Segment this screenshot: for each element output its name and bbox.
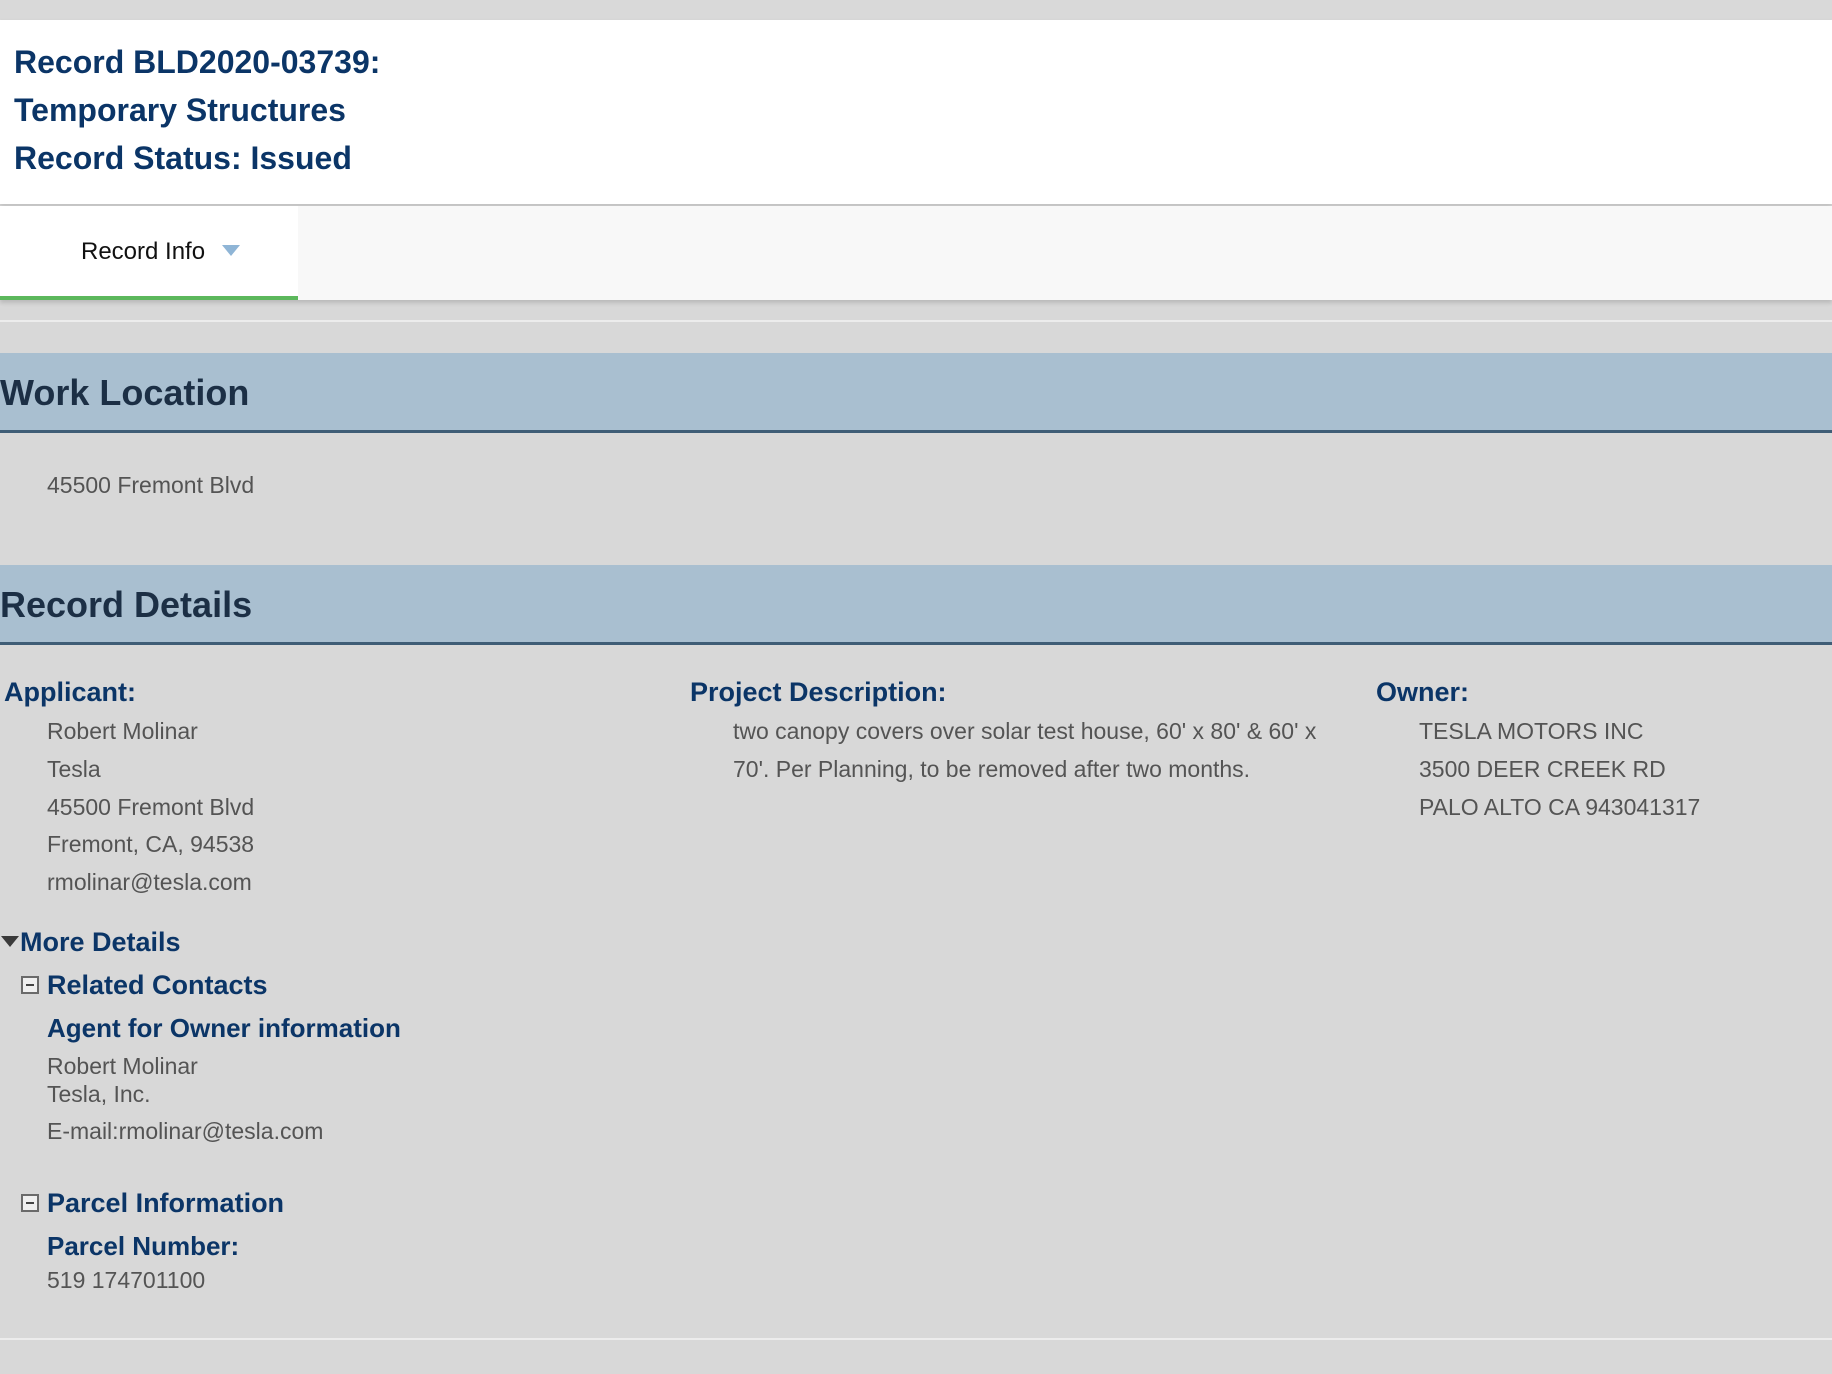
record-id: Record BLD2020-03739: <box>14 44 381 80</box>
more-details-link[interactable]: More Details <box>20 926 181 958</box>
applicant-label: Applicant: <box>4 677 136 707</box>
work-location-title: Work Location <box>0 372 250 413</box>
record-status: Record Status: Issued <box>14 140 352 176</box>
record-details-header: Record Details <box>0 565 1832 645</box>
applicant-city: Fremont, CA, 94538 <box>47 831 255 857</box>
applicant-address: 45500 Fremont Blvd <box>47 794 255 820</box>
owner-address: 3500 DEER CREEK RD <box>1419 756 1666 782</box>
triangle-down-icon[interactable] <box>1 936 19 947</box>
bottom-divider <box>0 1338 1832 1340</box>
work-location-address: 45500 Fremont Blvd <box>47 472 255 498</box>
record-header: Record BLD2020-03739: Temporary Structur… <box>0 20 1832 204</box>
collapse-parcel-information-icon[interactable] <box>21 1194 39 1212</box>
applicant-email: rmolinar@tesla.com <box>47 869 252 895</box>
agent-email-label: E-mail: <box>47 1118 119 1144</box>
agent-name: Robert Molinar <box>47 1053 198 1079</box>
agent-company: Tesla, Inc. <box>47 1081 151 1107</box>
project-description-line-2: 70'. Per Planning, to be removed after t… <box>733 756 1251 782</box>
agent-email: rmolinar@tesla.com <box>118 1118 324 1144</box>
project-description-label: Project Description: <box>690 677 947 707</box>
agent-email-row: E-mail:rmolinar@tesla.com <box>47 1117 323 1145</box>
tab-record-info[interactable]: Record Info <box>0 206 298 300</box>
divider <box>0 320 1832 322</box>
caret-down-icon[interactable] <box>222 245 240 256</box>
agent-for-owner-heading: Agent for Owner information <box>47 1013 401 1043</box>
related-contacts-label[interactable]: Related Contacts <box>47 969 268 1001</box>
collapse-related-contacts-icon[interactable] <box>21 976 39 994</box>
applicant-company: Tesla <box>47 756 101 782</box>
parcel-number-value: 519 174701100 <box>47 1267 206 1293</box>
record-type: Temporary Structures <box>14 92 346 128</box>
owner-name: TESLA MOTORS INC <box>1419 718 1644 744</box>
record-details-title: Record Details <box>0 584 253 625</box>
top-strip <box>0 0 1832 20</box>
applicant-name: Robert Molinar <box>47 718 198 744</box>
tab-record-info-label: Record Info <box>81 238 206 265</box>
parcel-information-label[interactable]: Parcel Information <box>47 1187 284 1219</box>
owner-city: PALO ALTO CA 943041317 <box>1419 794 1701 820</box>
parcel-number-label: Parcel Number: <box>47 1231 240 1261</box>
work-location-header: Work Location <box>0 353 1832 433</box>
project-description-line-1: two canopy covers over solar test house,… <box>733 718 1317 744</box>
tab-bar: Record Info <box>0 206 1832 300</box>
owner-label: Owner: <box>1376 677 1470 707</box>
